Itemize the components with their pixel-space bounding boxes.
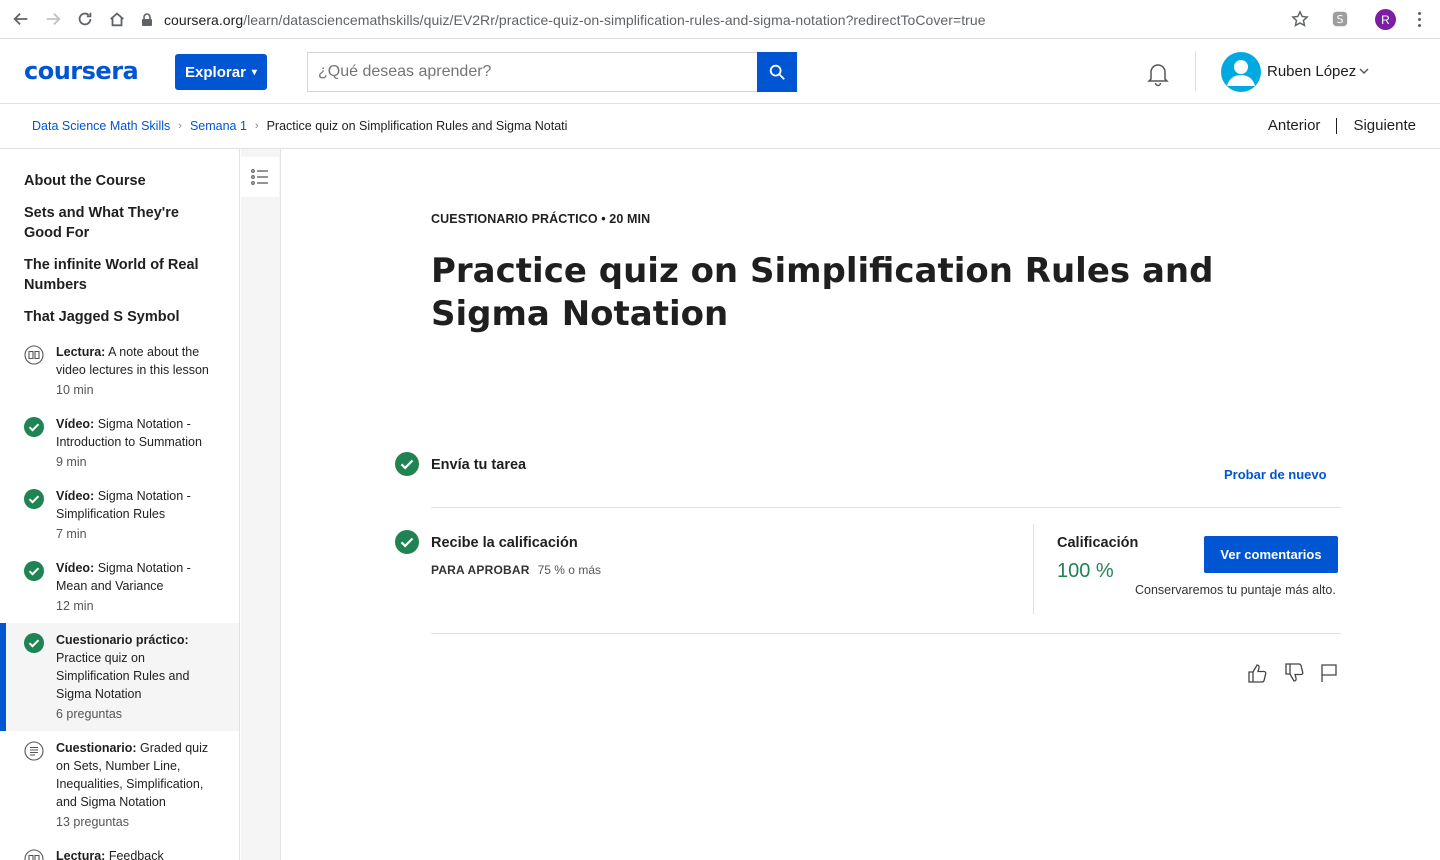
sidebar-item-practice-quiz[interactable]: Cuestionario práctico: Practice quiz on S… [0, 623, 239, 731]
step-complete-check-icon [395, 452, 419, 476]
item-meta: 7 min [56, 527, 87, 541]
book-icon [24, 345, 44, 365]
search-icon [769, 64, 785, 80]
search-button[interactable] [757, 52, 797, 92]
explore-label: Explorar [185, 63, 246, 81]
grade-label: Calificación [1057, 535, 1139, 551]
item-kicker: CUESTIONARIO PRÁCTICO • 20 MIN [431, 212, 651, 226]
item-meta: 13 preguntas [56, 815, 129, 829]
item-meta: 12 min [56, 599, 94, 613]
address-bar[interactable]: coursera.org/learn/datasciencemathskills… [140, 5, 1320, 34]
breadcrumb: Data Science Math Skills › Semana 1 › Pr… [32, 119, 567, 133]
reload-icon[interactable] [69, 3, 101, 35]
grade-step-label: Recibe la calificación [431, 535, 578, 551]
pager-divider [1336, 117, 1338, 134]
svg-text:S: S [1337, 13, 1344, 26]
extension-icon[interactable]: S [1331, 10, 1349, 28]
chevron-right-icon: › [254, 120, 259, 132]
browser-toolbar: coursera.org/learn/datasciencemathskills… [0, 0, 1440, 39]
item-type: Vídeo: [56, 561, 95, 575]
book-icon [24, 849, 44, 860]
bookmark-star-icon[interactable] [1291, 10, 1309, 28]
pass-label: PARA APROBAR [431, 563, 530, 577]
sidebar-section-sets[interactable]: Sets and What They're Good For [0, 203, 239, 243]
breadcrumb-current: Practice quiz on Simplification Rules an… [266, 119, 567, 133]
sidebar-item-graded-quiz[interactable]: Cuestionario: Graded quiz on Sets, Numbe… [0, 731, 239, 839]
item-type: Cuestionario práctico: [56, 633, 189, 647]
item-type: Lectura: [56, 849, 106, 860]
item-title: Feedback [108, 849, 164, 860]
previous-link[interactable]: Anterior [1268, 117, 1321, 134]
sidebar-item-reading-feedback[interactable]: Lectura: Feedback [0, 839, 239, 860]
divider [431, 633, 1341, 634]
back-icon[interactable] [5, 3, 37, 35]
item-pager: Anterior Siguiente [1268, 117, 1416, 134]
sidebar-section-real-numbers[interactable]: The infinite World of Real Numbers [0, 255, 239, 295]
browser-profile-avatar[interactable]: R [1375, 9, 1396, 30]
pass-requirement: PARA APROBAR 75 % o más [431, 563, 601, 577]
toggle-sidebar-button[interactable] [241, 157, 279, 197]
breadcrumb-bar: Data Science Math Skills › Semana 1 › Pr… [0, 104, 1440, 149]
sidebar-section-about[interactable]: About the Course [0, 171, 239, 191]
sidebar-section-jagged-s[interactable]: That Jagged S Symbol [0, 307, 239, 327]
home-icon[interactable] [101, 3, 133, 35]
submit-step-label: Envía tu tarea [431, 457, 527, 473]
retry-link[interactable]: Probar de nuevo [1224, 467, 1327, 482]
sidebar-item-video-mean[interactable]: Vídeo: Sigma Notation - Mean and Varianc… [0, 551, 239, 623]
user-name[interactable]: Ruben López [1267, 63, 1356, 80]
list-icon [251, 169, 268, 185]
check-icon [24, 561, 44, 581]
item-meta: 10 min [56, 383, 94, 397]
item-type: Vídeo: [56, 489, 95, 503]
check-icon [24, 489, 44, 509]
item-type: Vídeo: [56, 417, 95, 431]
user-silhouette-icon [1227, 60, 1255, 86]
quiz-icon [24, 741, 44, 761]
check-icon [24, 633, 44, 653]
user-avatar[interactable] [1221, 52, 1261, 92]
breadcrumb-week-link[interactable]: Semana 1 [190, 119, 247, 133]
chevron-down-icon: ▾ [251, 66, 257, 78]
coursera-logo[interactable]: coursera [24, 57, 139, 85]
explore-button[interactable]: Explorar ▾ [175, 54, 267, 90]
grade-value: 100 % [1057, 560, 1114, 582]
sidebar-item-video-intro[interactable]: Vídeo: Sigma Notation - Introduction to … [0, 407, 239, 479]
browser-menu-icon[interactable] [1411, 10, 1427, 28]
page-title: Practice quiz on Simplification Rules an… [431, 251, 1214, 334]
url-text: coursera.org/learn/datasciencemathskills… [164, 11, 986, 28]
search-input[interactable] [307, 52, 757, 92]
sidebar-collapse-rail [241, 149, 281, 860]
search-bar [307, 52, 797, 92]
user-menu-chevron-icon[interactable] [1358, 65, 1370, 77]
sidebar-item-reading-note[interactable]: Lectura: A note about the video lectures… [0, 335, 239, 407]
thumbs-down-icon[interactable] [1283, 662, 1305, 684]
item-title: Practice quiz on Simplification Rules an… [56, 651, 190, 701]
chevron-right-icon: › [178, 120, 182, 132]
keep-highest-note: Conservaremos tu puntaje más alto. [1135, 583, 1336, 597]
site-header: coursera Explorar ▾ Ruben López [0, 39, 1440, 104]
divider [431, 507, 1341, 508]
check-icon [24, 417, 44, 437]
pass-value: 75 % o más [537, 563, 601, 577]
item-meta: 6 preguntas [56, 707, 123, 721]
header-divider [1195, 51, 1196, 91]
course-sidebar: About the Course Sets and What They're G… [0, 149, 240, 860]
step-complete-check-icon [395, 530, 419, 554]
breadcrumb-course-link[interactable]: Data Science Math Skills [32, 119, 170, 133]
flag-icon[interactable] [1318, 662, 1340, 684]
vertical-divider [1033, 524, 1034, 614]
item-meta: 9 min [56, 455, 87, 469]
item-type: Lectura: [56, 345, 106, 359]
thumbs-up-icon[interactable] [1246, 662, 1268, 684]
sidebar-item-video-rules[interactable]: Vídeo: Sigma Notation - Simplification R… [0, 479, 239, 551]
notifications-bell-icon[interactable] [1144, 60, 1172, 88]
item-type: Cuestionario: [56, 741, 137, 755]
next-link[interactable]: Siguiente [1353, 117, 1416, 134]
view-feedback-button[interactable]: Ver comentarios [1204, 536, 1338, 573]
lock-icon [142, 12, 152, 26]
forward-icon[interactable] [37, 3, 69, 35]
